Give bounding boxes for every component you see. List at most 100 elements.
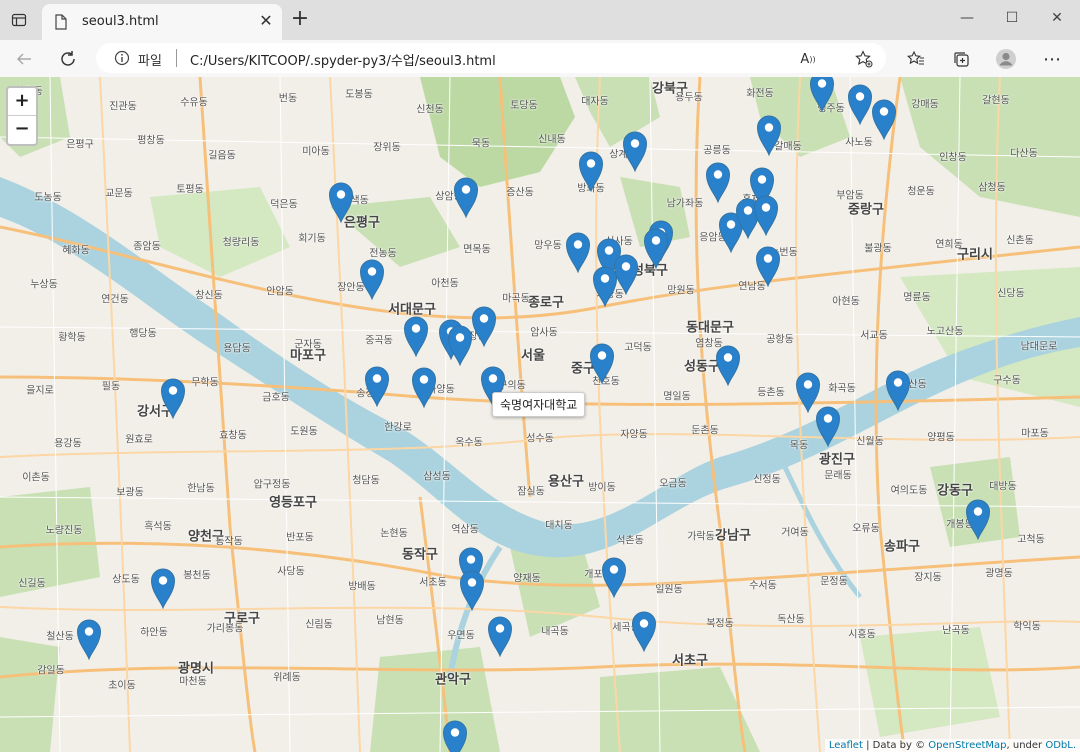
place-label: 연희동 [935,239,963,251]
place-label: 무학동 [191,377,219,389]
address-url[interactable]: C:/Users/KITCOOP/.spyder-py3/수업/seoul3.h… [190,50,496,69]
zoom-out-button[interactable]: − [8,116,36,143]
map-marker-pin-icon[interactable] [631,611,657,653]
map-marker-pin-icon[interactable] [885,370,911,412]
place-label: 감일동 [37,665,65,677]
openstreetmap-link[interactable]: OpenStreetMap [928,740,1006,751]
district-label: 강남구 [715,528,751,544]
back-icon[interactable] [11,46,37,72]
district-label: 종로구 [528,295,564,311]
place-label: 석촌동 [616,535,644,547]
place-label: 청담동 [352,475,380,487]
map-marker-pin-icon[interactable] [705,162,731,204]
place-label: 혜화동 [62,245,90,257]
place-label: 덕은동 [270,199,298,211]
place-label: 반포동 [286,532,314,544]
place-label: 둔촌동 [691,425,719,437]
place-label: 한남동 [187,483,215,495]
district-label: 관악구 [435,672,471,688]
place-label: 면목동 [463,244,491,256]
place-label: 회기동 [298,233,326,245]
map-marker-pin-icon[interactable] [755,246,781,288]
map-marker-pin-icon[interactable] [160,378,186,420]
place-label: 고척동 [1017,534,1045,546]
maximize-icon[interactable]: ☐ [997,8,1027,28]
map-marker-pin-icon[interactable] [76,619,102,661]
map-marker-pin-icon[interactable] [364,366,390,408]
place-label: 용답동 [223,343,251,355]
district-label: 송파구 [884,539,920,555]
map-marker-pin-icon[interactable] [453,177,479,219]
close-tab-icon[interactable]: ✕ [256,11,276,31]
place-label: 토당동 [510,100,538,112]
map-marker-pin-icon[interactable] [871,99,897,141]
map-marker-pin-icon[interactable] [756,115,782,157]
map-marker-pin-icon[interactable] [965,499,991,541]
place-label: 남가좌동 [666,198,704,210]
district-label: 용산구 [548,474,584,490]
window-close-icon[interactable]: ✕ [1042,8,1072,28]
map-marker-pin-icon[interactable] [471,306,497,348]
place-label: 노고산동 [926,326,964,338]
place-label: 마곡동 [502,293,530,305]
map-marker-pin-icon[interactable] [589,343,615,385]
place-label: 을지로 [26,385,54,397]
leaflet-link[interactable]: Leaflet [829,740,863,751]
map-marker-pin-icon[interactable] [847,84,873,126]
place-label: 삼성동 [423,471,451,483]
map-marker-pin-icon[interactable] [411,367,437,409]
profile-avatar-icon[interactable] [995,48,1017,70]
place-label: 상도동 [112,574,140,586]
map-marker-pin-icon[interactable] [359,259,385,301]
map-marker-pin-icon[interactable] [753,195,779,237]
map-marker-pin-icon[interactable] [622,131,648,173]
place-label: 아천동 [431,278,459,290]
map-marker-pin-icon[interactable] [403,316,429,358]
collections-icon[interactable] [950,48,972,70]
tab-title: seoul3.html [82,14,159,29]
address-bar[interactable]: 파일 C:/Users/KITCOOP/.spyder-py3/수업/seoul… [96,43,886,73]
map-marker-pin-icon[interactable] [328,182,354,224]
map-marker-pin-icon[interactable] [601,557,627,599]
place-label: 한강로 [384,422,412,434]
map-marker-pin-icon[interactable] [565,232,591,274]
minimize-icon[interactable]: — [952,8,982,28]
favorites-icon[interactable] [905,48,927,70]
place-label: 신길동 [18,578,46,590]
place-label: 초이동 [108,680,136,692]
odbl-link[interactable]: ODbL. [1045,740,1076,751]
browser-tab[interactable]: seoul3.html ✕ [42,4,282,40]
more-menu-icon[interactable]: ⋯ [1041,48,1063,70]
refresh-icon[interactable] [55,46,81,72]
map-marker-pin-icon[interactable] [459,570,485,612]
map-marker-pin-icon[interactable] [815,406,841,448]
map-marker-pin-icon[interactable] [487,616,513,658]
place-label: 안암동 [266,286,294,298]
place-label: 노량진동 [45,525,83,537]
place-label: 갈현동 [982,95,1010,107]
map-view[interactable]: 강북구 은평구 서대문구 종로구 중랑구 구리시 마포구 서울 동대문구 성동구 광진구 강서구 영등포… [0,77,1080,752]
read-aloud-icon[interactable]: A)) [798,49,818,69]
map-marker-pin-icon[interactable] [150,568,176,610]
place-label: 신내동 [538,134,566,146]
map-marker-pin-icon[interactable] [592,266,618,308]
place-label: 신림동 [305,619,333,631]
map-marker-pin-icon[interactable] [643,228,669,270]
map-marker-pin-icon[interactable] [809,77,835,113]
map-marker-pin-icon[interactable] [715,345,741,387]
info-icon[interactable] [114,50,130,70]
place-label: 용두동 [675,92,703,104]
place-label: 난곡동 [942,625,970,637]
place-label: 사노동 [845,137,873,149]
marker-tooltip: 숙명여자대학교 [492,392,586,417]
new-tab-button[interactable]: + [288,8,312,32]
place-label: 신당동 [997,288,1025,300]
map-marker-pin-icon[interactable] [578,151,604,193]
map-marker-pin-icon[interactable] [442,720,468,752]
tab-actions-icon[interactable] [8,9,30,31]
place-label: 흑석동 [144,521,172,533]
zoom-in-button[interactable]: + [8,88,36,116]
add-favorite-icon[interactable] [854,49,874,69]
place-label: 대치동 [545,520,573,532]
map-marker-pin-icon[interactable] [447,325,473,367]
